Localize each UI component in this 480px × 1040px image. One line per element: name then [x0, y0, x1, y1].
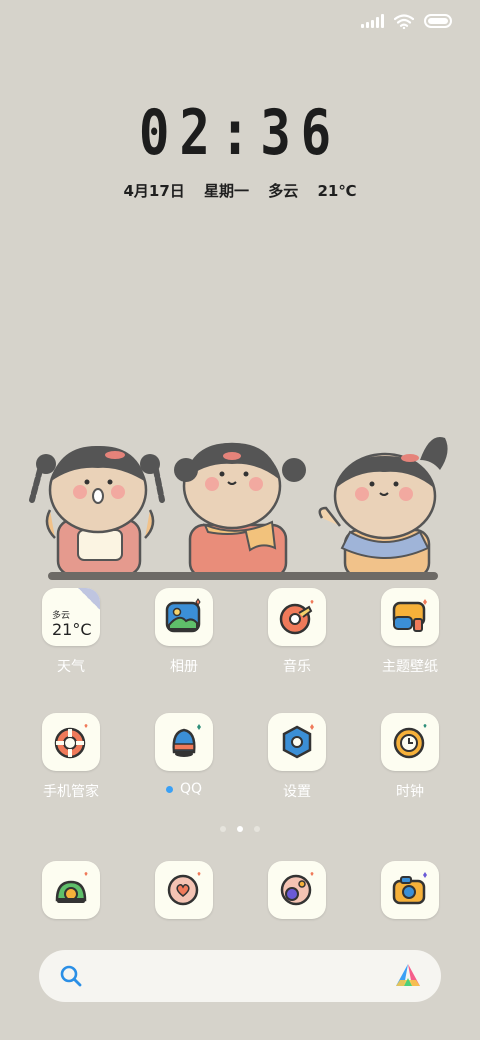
app-label-clock: 时钟	[396, 784, 424, 800]
app-label-security: 手机管家	[43, 784, 99, 800]
page-fold	[78, 588, 100, 610]
page-dot-3[interactable]	[254, 826, 260, 832]
dock-browser[interactable]	[242, 861, 352, 919]
wifi-icon	[394, 13, 414, 29]
assistant-icon[interactable]	[394, 962, 422, 990]
clock-icon	[393, 724, 427, 759]
app-label-settings: 设置	[283, 784, 311, 800]
app-label-themes: 主题壁纸	[382, 659, 438, 675]
search-bar[interactable]	[39, 950, 441, 1002]
browser-icon	[280, 872, 314, 906]
app-weather[interactable]: 多云 21°C 天气	[16, 588, 126, 676]
page-dot-2[interactable]	[237, 826, 243, 832]
status-bar	[361, 10, 452, 32]
search-icon[interactable]	[60, 965, 82, 987]
app-label-gallery: 相册	[170, 659, 198, 675]
weekday-text: 星期一	[204, 182, 250, 200]
app-label-weather: 天气	[57, 659, 85, 675]
dock-messages[interactable]	[129, 861, 239, 919]
settings-icon	[282, 724, 314, 759]
cartoon-girl-middle	[174, 442, 306, 579]
new-install-dot	[165, 785, 173, 793]
app-gallery[interactable]: 相册	[129, 588, 239, 676]
app-qq[interactable]: QQ	[129, 713, 239, 797]
security-icon	[54, 724, 88, 759]
app-settings[interactable]: 设置	[242, 713, 352, 801]
temperature-text: 21℃	[317, 182, 357, 200]
gallery-icon	[165, 598, 201, 633]
signal-icon	[361, 14, 384, 28]
date-text: 4月17日	[123, 182, 185, 200]
wallpaper-illustration	[29, 436, 448, 580]
app-clock[interactable]: 时钟	[355, 713, 465, 801]
camera-icon	[392, 872, 427, 905]
dock-phone[interactable]	[16, 861, 126, 919]
app-label-music: 音乐	[283, 659, 311, 675]
page-indicator	[0, 826, 480, 832]
dock-camera[interactable]	[355, 861, 465, 919]
phone-icon	[55, 872, 88, 903]
page-dot-1[interactable]	[220, 826, 226, 832]
lock-clock-time[interactable]: 02:36	[43, 96, 437, 169]
qq-icon	[172, 724, 201, 757]
weather-widget-icon[interactable]: 多云 21°C	[42, 588, 100, 646]
music-icon	[279, 600, 314, 635]
messages-icon	[167, 872, 201, 906]
lock-clock-date-line[interactable]: 4月17日 星期一 多云 21℃	[0, 180, 480, 201]
app-label-qq: QQ	[129, 781, 239, 797]
battery-icon	[424, 14, 452, 28]
cartoon-girl-left	[29, 445, 165, 577]
app-themes[interactable]: 主题壁纸	[355, 588, 465, 676]
theme-icon	[392, 599, 427, 632]
weather-tile-temp: 21°C	[52, 620, 92, 639]
cartoon-girl-right	[318, 436, 448, 579]
weather-text: 多云	[268, 182, 299, 200]
app-security[interactable]: 手机管家	[16, 713, 126, 801]
app-music[interactable]: 音乐	[242, 588, 352, 676]
